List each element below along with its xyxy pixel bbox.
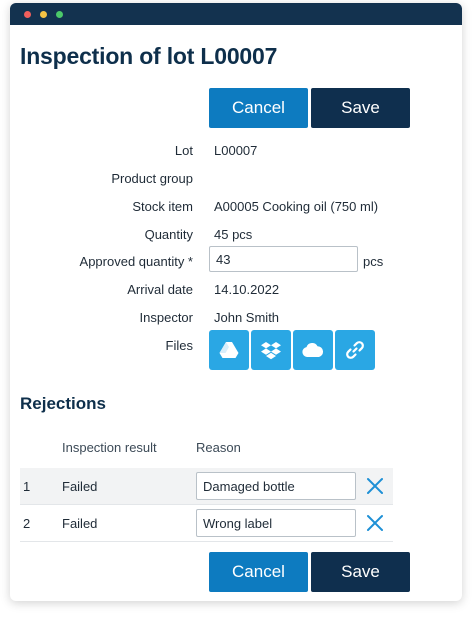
quantity-value: 45 pcs: [214, 227, 253, 242]
arrival-date-label: Arrival date: [127, 282, 193, 297]
maximize-window-dot[interactable]: [56, 11, 63, 18]
files-label: Files: [165, 338, 193, 353]
save-button-bottom[interactable]: Save: [311, 552, 410, 592]
arrival-date-value: 14.10.2022: [214, 282, 280, 297]
inspection-result: Failed: [62, 516, 98, 531]
lot-label: Lot: [174, 143, 193, 158]
row-number: 2: [23, 516, 31, 531]
close-window-dot[interactable]: [24, 11, 31, 18]
inspector-label: Inspector: [139, 310, 193, 325]
reason-input[interactable]: [196, 509, 356, 537]
window-titlebar: [10, 3, 462, 25]
dropbox-button[interactable]: [251, 330, 291, 370]
page-title: Inspection of lot L00007: [20, 43, 278, 69]
rejections-heading: Rejections: [20, 394, 106, 413]
quantity-label: Quantity: [144, 227, 193, 242]
row-number: 1: [23, 479, 31, 494]
column-header-inspection-result: Inspection result: [62, 440, 157, 455]
delete-row-icon[interactable]: [366, 477, 384, 495]
cancel-button-bottom[interactable]: Cancel: [209, 552, 308, 592]
approved-quantity-input[interactable]: [209, 246, 358, 272]
cloud-icon: [302, 343, 324, 357]
approved-quantity-unit: pcs: [363, 254, 384, 269]
link-icon: [346, 341, 364, 359]
stock-item-value: A00005 Cooking oil (750 ml): [214, 199, 379, 214]
product-group-label: Product group: [111, 171, 193, 186]
lot-value: L00007: [214, 143, 258, 158]
inspector-value: John Smith: [214, 310, 280, 325]
google-drive-button[interactable]: [209, 330, 249, 370]
minimize-window-dot[interactable]: [40, 11, 47, 18]
column-header-reason: Reason: [196, 440, 241, 455]
inspection-result: Failed: [62, 479, 98, 494]
cancel-button-top[interactable]: Cancel: [209, 88, 308, 128]
row-divider: [20, 541, 393, 542]
rejection-row: 2 Failed: [20, 505, 393, 541]
google-drive-icon: [219, 342, 239, 358]
dropbox-icon: [261, 341, 281, 359]
approved-quantity-label: Approved quantity *: [79, 254, 193, 269]
delete-row-icon[interactable]: [366, 514, 384, 532]
rejection-row: 1 Failed: [20, 468, 393, 504]
reason-input[interactable]: [196, 472, 356, 500]
app-window: Inspection of lot L00007 Cancel Save Lot…: [10, 3, 462, 601]
cloud-button[interactable]: [293, 330, 333, 370]
stock-item-label: Stock item: [132, 199, 193, 214]
link-button[interactable]: [335, 330, 375, 370]
save-button-top[interactable]: Save: [311, 88, 410, 128]
